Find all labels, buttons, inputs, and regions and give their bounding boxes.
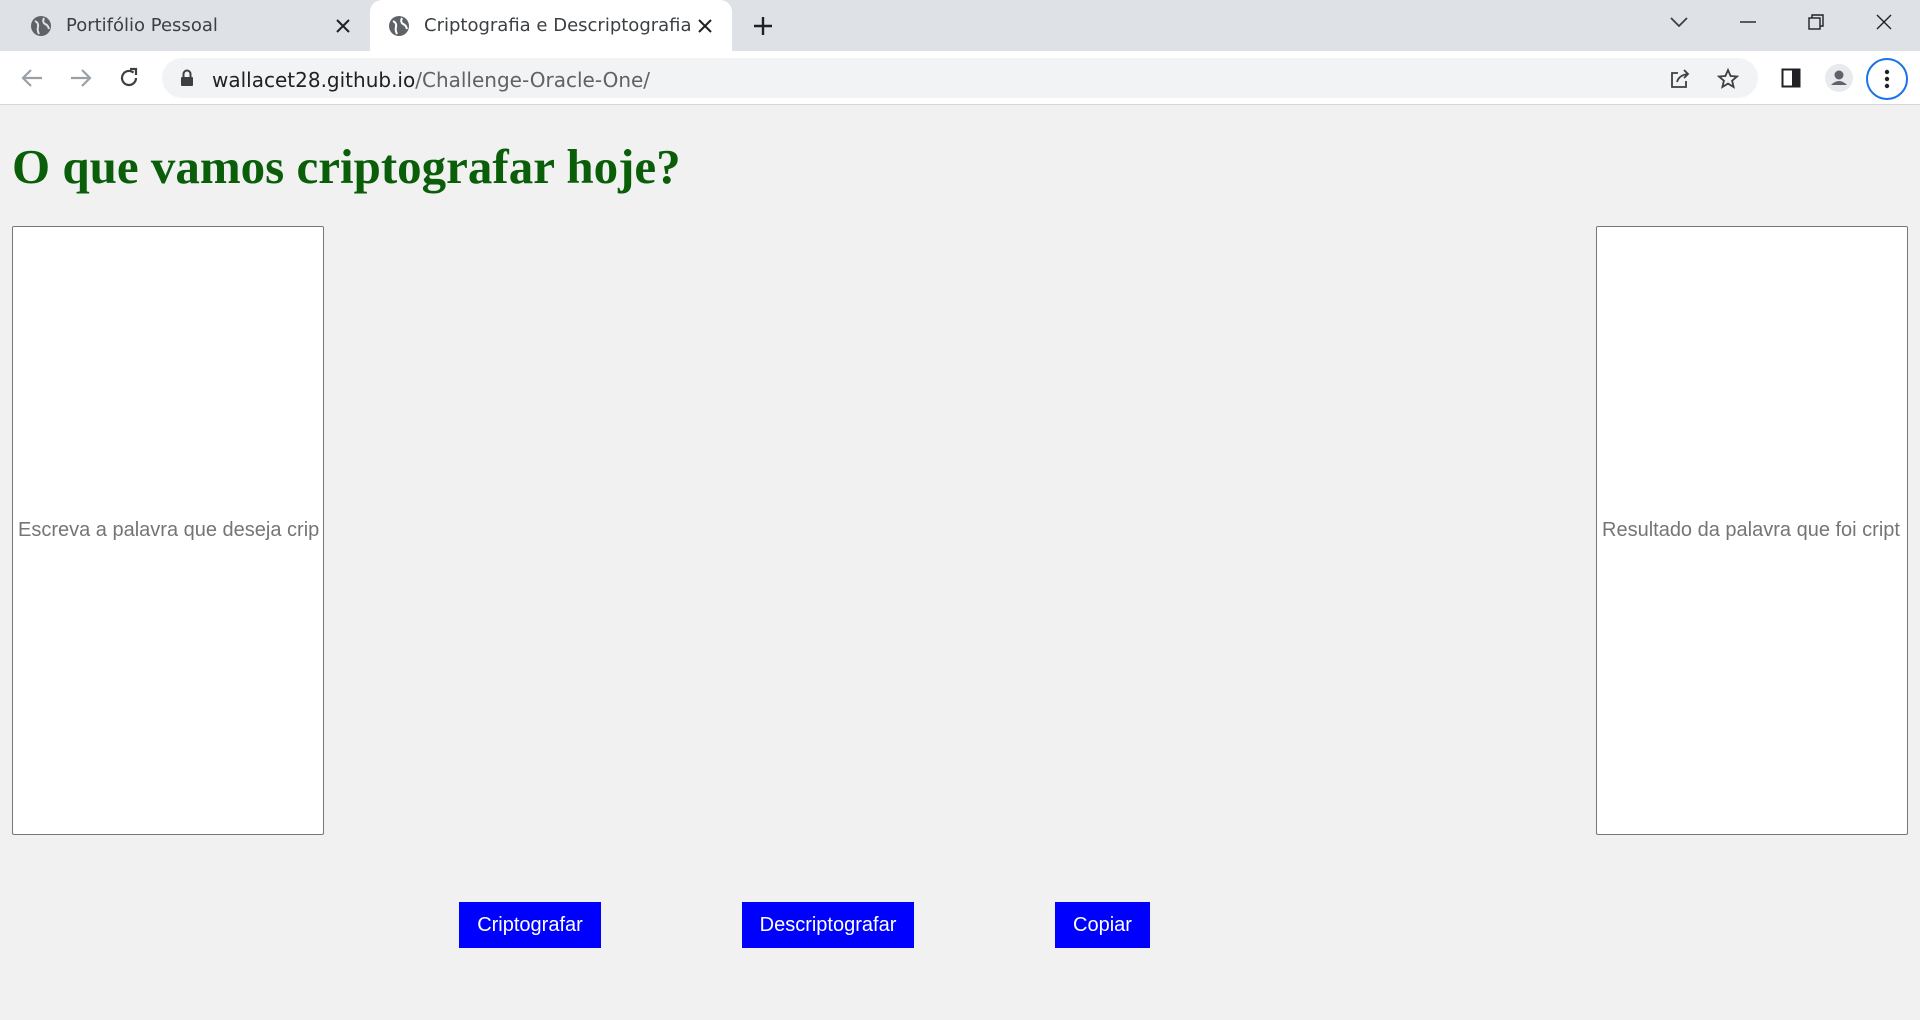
browser-tab[interactable]: Portifólio Pessoal <box>0 0 370 51</box>
close-tab-icon[interactable] <box>694 15 716 37</box>
new-tab-icon[interactable] <box>748 11 778 41</box>
browser-toolbar: wallacet28.github.io/Challenge-Oracle-On… <box>0 51 1920 105</box>
globe-icon <box>30 15 52 37</box>
input-textarea[interactable]: Escreva a palavra que deseja crip <box>12 226 324 835</box>
minimize-icon[interactable] <box>1714 0 1782 44</box>
side-panel-icon[interactable] <box>1777 64 1805 92</box>
reload-icon[interactable] <box>112 61 146 95</box>
url-text: wallacet28.github.io/Challenge-Oracle-On… <box>212 68 650 92</box>
share-icon[interactable] <box>1668 67 1692 91</box>
back-icon[interactable] <box>15 61 49 95</box>
browser-menu-icon[interactable] <box>1866 58 1908 100</box>
close-tab-icon[interactable] <box>332 15 354 37</box>
tab-search-chevron-icon[interactable] <box>1645 0 1713 44</box>
url-host: wallacet28.github.io <box>212 68 416 92</box>
address-bar[interactable]: wallacet28.github.io/Challenge-Oracle-On… <box>162 58 1758 98</box>
encrypt-button[interactable]: Criptografar <box>459 902 601 948</box>
bookmark-star-icon[interactable] <box>1716 67 1740 91</box>
close-window-icon[interactable] <box>1850 0 1918 44</box>
page-title: O que vamos criptografar hoje? <box>12 139 681 194</box>
decrypt-button[interactable]: Descriptografar <box>742 902 914 948</box>
forward-icon[interactable] <box>64 61 98 95</box>
browser-tab-strip: Portifólio Pessoal Criptografia e Descri… <box>0 0 1920 51</box>
globe-icon <box>388 15 410 37</box>
tab-title: Criptografia e Descriptografia <box>424 15 692 36</box>
url-path: /Challenge-Oracle-One/ <box>415 68 651 92</box>
output-placeholder: Resultado da palavra que foi cript <box>1602 519 1900 541</box>
browser-tab-active[interactable]: Criptografia e Descriptografia <box>370 0 732 51</box>
tab-title: Portifólio Pessoal <box>66 15 218 36</box>
copy-button[interactable]: Copiar <box>1055 902 1150 948</box>
lock-icon[interactable] <box>180 69 194 87</box>
input-placeholder: Escreva a palavra que deseja crip <box>18 519 320 541</box>
profile-avatar-icon[interactable] <box>1825 64 1853 92</box>
output-textarea[interactable]: Resultado da palavra que foi cript <box>1596 226 1908 835</box>
restore-icon[interactable] <box>1782 0 1850 44</box>
